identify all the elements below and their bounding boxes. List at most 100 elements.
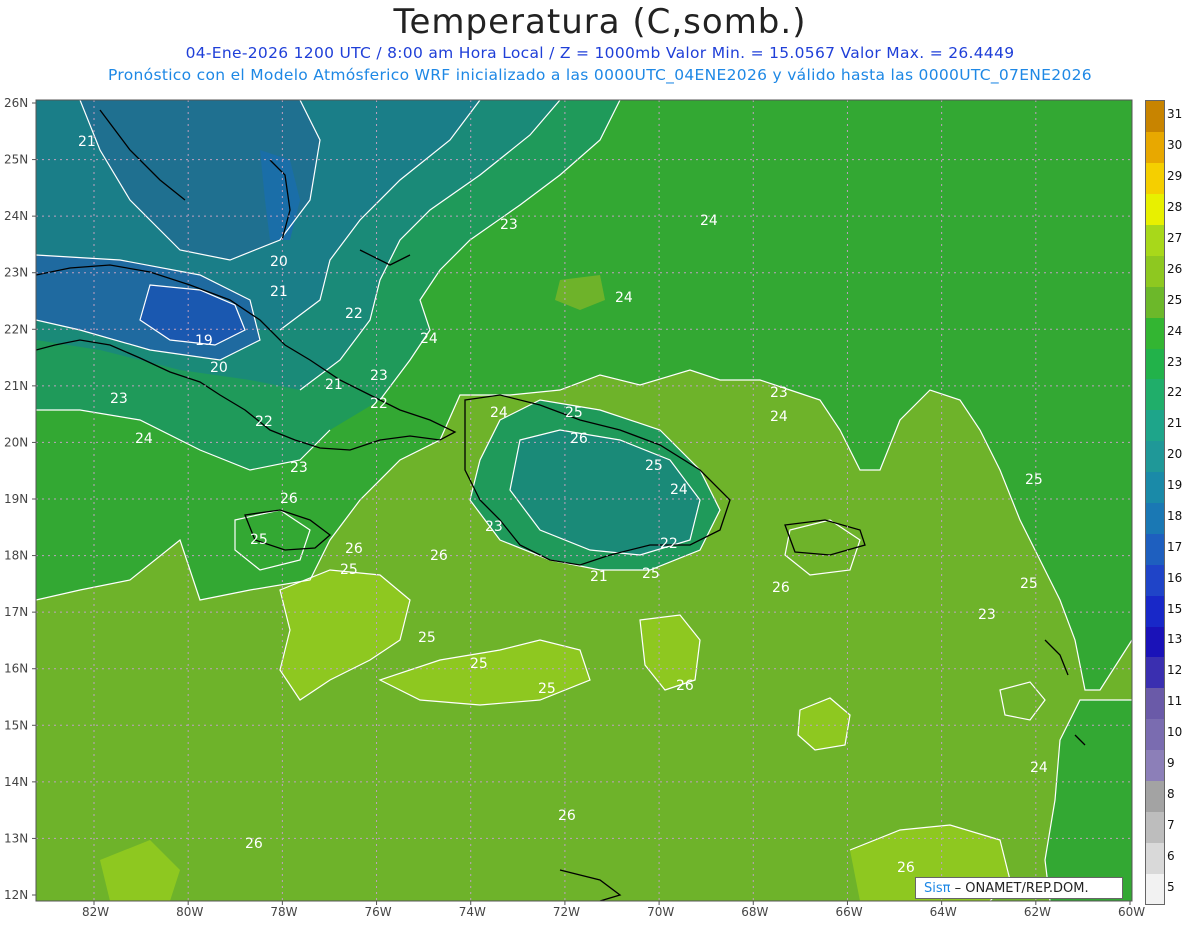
lon-label: 82W [82, 905, 109, 919]
contour-label: 23 [978, 607, 996, 623]
contour-label: 25 [250, 532, 268, 548]
colorbar-label: 17 [1167, 539, 1183, 554]
lon-label: 74W [459, 905, 486, 919]
colorbar-segment [1146, 101, 1164, 133]
contour-label: 23 [290, 460, 308, 476]
contour-label: 26 [772, 580, 790, 596]
colorbar-segment [1146, 286, 1164, 318]
colorbar-segment [1146, 780, 1164, 812]
lat-label: 17N [4, 605, 28, 619]
contour-label: 24 [135, 431, 153, 447]
contour-label: 25 [340, 562, 358, 578]
contour-label: 22 [255, 414, 273, 430]
lat-label: 23N [4, 266, 28, 280]
lat-label: 26N [4, 96, 28, 110]
lon-label: 66W [835, 905, 862, 919]
lat-label: 12N [4, 888, 28, 902]
colorbar-label: 10 [1167, 725, 1183, 740]
colorbar-label: 27 [1167, 230, 1183, 245]
colorbar-label: 24 [1167, 323, 1183, 338]
colorbar-label: 11 [1167, 694, 1183, 709]
contour-label: 22 [345, 306, 363, 322]
lon-label: 64W [930, 905, 957, 919]
contour-label: 25 [565, 405, 583, 421]
lon-label: 80W [176, 905, 203, 919]
sis-logo-text: Sisπ [924, 881, 951, 896]
colorbar-label: 28 [1167, 200, 1183, 215]
lat-label: 18N [4, 549, 28, 563]
contour-label: 22 [370, 396, 388, 412]
contour-label: 26 [570, 431, 588, 447]
lat-axis: 26N 25N 24N 23N 22N 21N 20N 19N 18N 17N 16N 15N 14N 1… [4, 96, 36, 902]
contour-label: 22 [660, 536, 678, 552]
colorbar-segment [1146, 131, 1164, 164]
contour-label: 26 [430, 548, 448, 564]
lat-label: 20N [4, 435, 28, 449]
lat-label: 16N [4, 662, 28, 676]
contour-label: 25 [470, 656, 488, 672]
contour-label: 20 [210, 360, 228, 376]
colorbar-label: 18 [1167, 508, 1183, 523]
lon-label: 60W [1118, 905, 1145, 919]
contour-label: 26 [558, 808, 576, 824]
colorbar-label: 13 [1167, 632, 1183, 647]
contour-label: 24 [420, 331, 438, 347]
lat-label: 21N [4, 379, 28, 393]
contour-label: 23 [370, 368, 388, 384]
contour-label: 23 [110, 391, 128, 407]
colorbar-label: 6 [1167, 848, 1175, 863]
colorbar-segment [1146, 595, 1164, 627]
contour-label: 25 [1025, 472, 1043, 488]
colorbar-segment [1146, 409, 1164, 442]
colorbar-segment [1146, 224, 1164, 256]
lat-label: 19N [4, 492, 28, 506]
lat-label: 14N [4, 775, 28, 789]
contour-label: 25 [1020, 576, 1038, 592]
colorbar-label: 8 [1167, 786, 1175, 801]
colorbar-label: 5 [1167, 879, 1175, 894]
contour-label: 26 [280, 491, 298, 507]
contour-label: 19 [195, 333, 213, 349]
contour-label: 25 [642, 566, 660, 582]
colorbar [1145, 100, 1165, 905]
lat-label: 25N [4, 153, 28, 167]
lat-label: 13N [4, 831, 28, 845]
colorbar-segment [1146, 533, 1164, 565]
attribution-text: – ONAMET/REP.DOM. [954, 881, 1089, 896]
temperature-map: 21 20 21 22 24 19 20 21 23 22 22 23 24 23 23 24 24 25 26 25… [4, 96, 1145, 919]
map-fields: 21 20 21 22 24 19 20 21 23 22 22 23 24 23 23 24 24 25 26 25… [36, 100, 1132, 901]
colorbar-label: 16 [1167, 570, 1183, 585]
header-line-1: 04-Ene-2026 1200 UTC / 8:00 am Hora Loca… [185, 44, 1015, 62]
lon-axis: 82W 80W 78W 76W 74W 72W 70W 68W 66W 64W 62W 60W [82, 901, 1145, 919]
contour-label: 25 [538, 681, 556, 697]
colorbar-label: 19 [1167, 478, 1183, 493]
header-line-2: Pronóstico con el Modelo Atmósferico WRF… [108, 66, 1092, 84]
colorbar-segment [1146, 317, 1164, 349]
colorbar-segment [1146, 564, 1164, 596]
contour-label: 24 [670, 482, 688, 498]
contour-label: 26 [676, 678, 694, 694]
colorbar-segment [1146, 502, 1164, 534]
contour-label: 20 [270, 254, 288, 270]
colorbar-segment [1146, 687, 1164, 720]
contour-label: 24 [615, 290, 633, 306]
contour-label: 25 [418, 630, 436, 646]
colorbar-label: 21 [1167, 416, 1183, 431]
colorbar-label: 12 [1167, 663, 1183, 678]
colorbar-segment [1146, 193, 1164, 226]
colorbar-segment [1146, 626, 1164, 658]
lon-label: 70W [647, 905, 674, 919]
contour-label: 26 [245, 836, 263, 852]
contour-label: 21 [325, 377, 343, 393]
colorbar-segment [1146, 656, 1164, 689]
contour-label: 21 [78, 134, 96, 150]
lon-label: 78W [270, 905, 297, 919]
contour-label: 24 [1030, 760, 1048, 776]
colorbar-segment [1146, 440, 1164, 473]
lon-label: 62W [1024, 905, 1051, 919]
colorbar-label: 20 [1167, 447, 1183, 462]
contour-label: 21 [270, 284, 288, 300]
colorbar-label: 7 [1167, 817, 1175, 832]
contour-label: 24 [770, 409, 788, 425]
colorbar-label: 31 [1167, 107, 1183, 122]
